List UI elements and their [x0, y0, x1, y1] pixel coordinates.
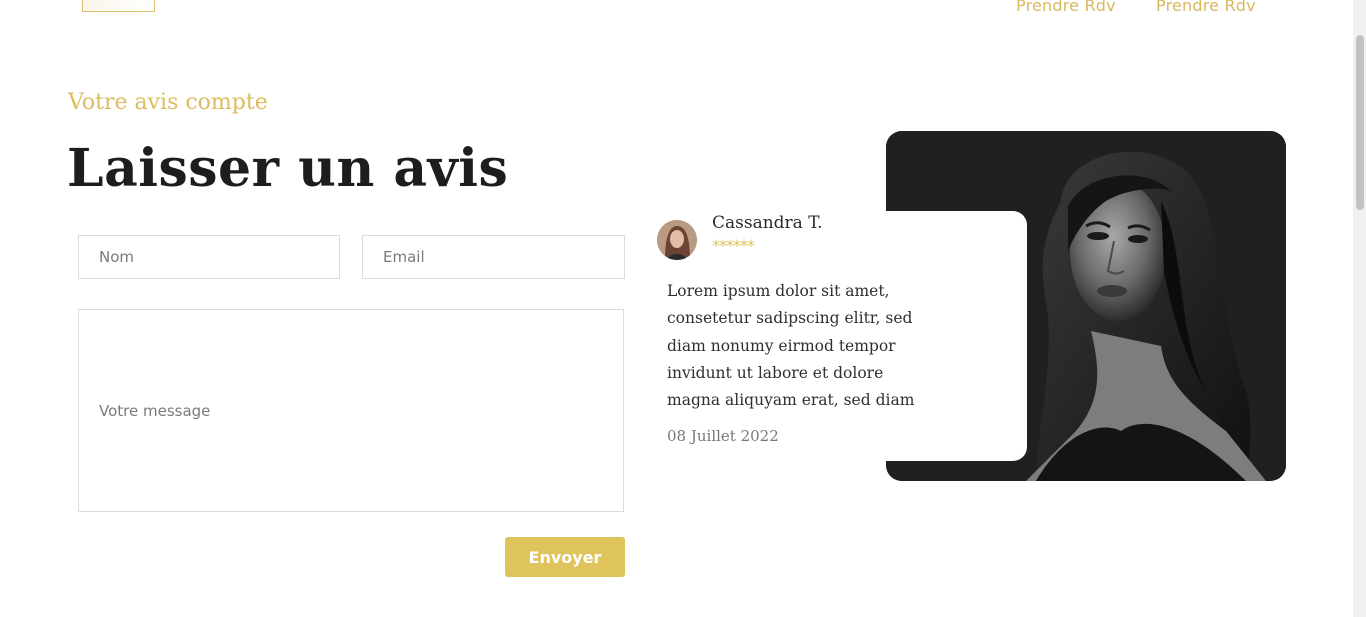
name-field[interactable]: [78, 235, 340, 279]
reviewer-name: Cassandra T.: [712, 213, 823, 233]
reviewer-avatar-illustration: [657, 220, 697, 260]
reviewer-avatar: [657, 220, 697, 260]
logo[interactable]: [82, 0, 155, 12]
rating-stars: ******: [712, 236, 755, 255]
submit-button[interactable]: Envoyer: [505, 537, 625, 577]
scrollbar-thumb[interactable]: [1356, 35, 1364, 210]
review-text: Lorem ipsum dolor sit amet, consetetur s…: [667, 282, 915, 410]
message-field[interactable]: [78, 309, 624, 512]
nav-link-prendre-rdv[interactable]: Prendre Rdv: [1016, 0, 1116, 15]
section-eyebrow: Votre avis compte: [68, 90, 268, 115]
page: Prendre Rdv Prendre Rdv Votre avis compt…: [0, 0, 1366, 617]
email-field[interactable]: [362, 235, 625, 279]
nav-link-prendre-rdv-2[interactable]: Prendre Rdv: [1156, 0, 1256, 15]
scrollbar[interactable]: [1353, 0, 1366, 617]
review-date: 08 Juillet 2022: [667, 427, 779, 445]
page-title: Laisser un avis: [67, 138, 509, 199]
